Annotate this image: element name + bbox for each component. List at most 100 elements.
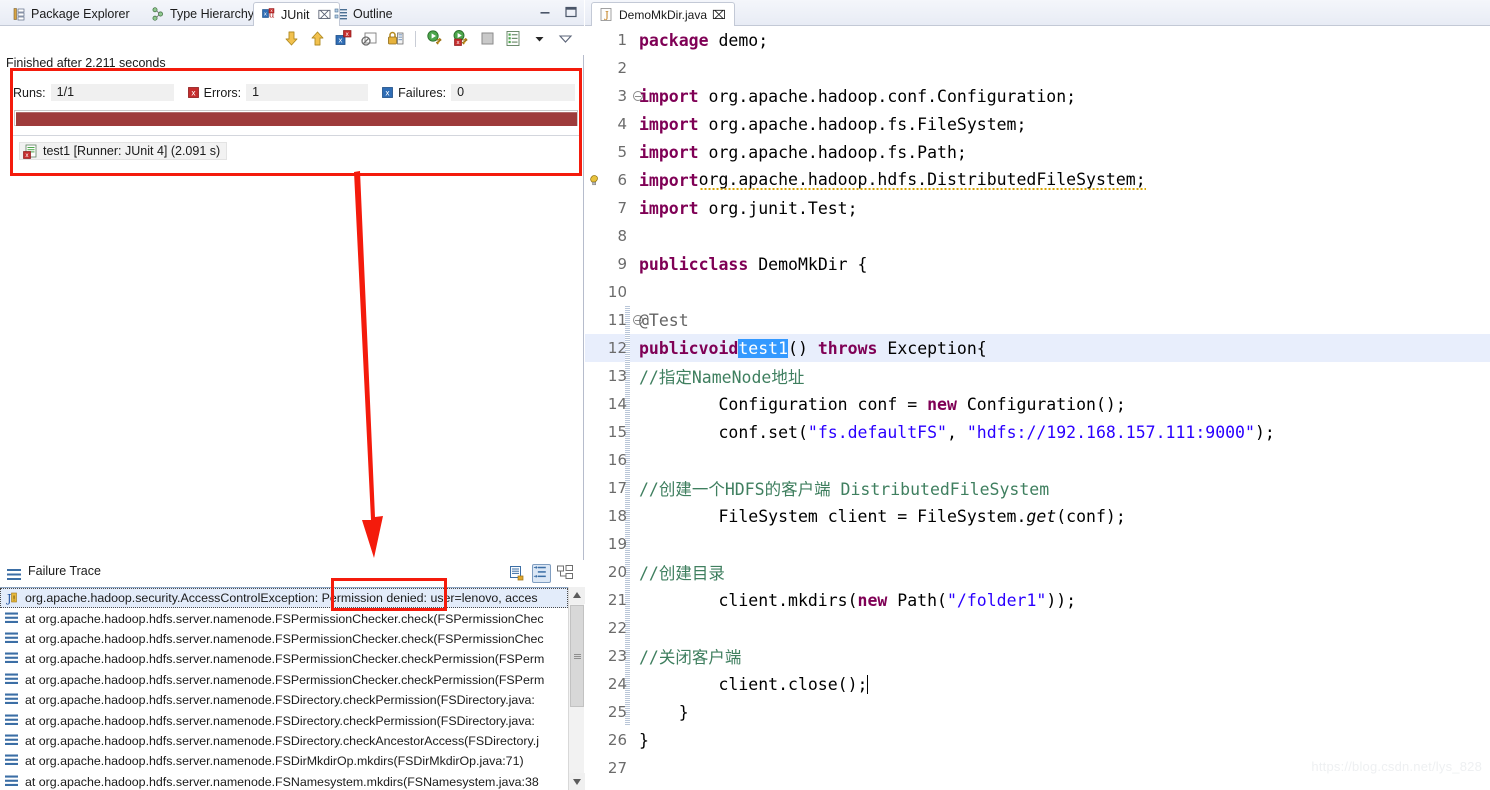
- failure-trace-scrollbar[interactable]: [568, 587, 585, 790]
- code-line[interactable]: 18 FileSystem client = FileSystem. get (co…: [585, 502, 1490, 530]
- code-line[interactable]: 14 Configuration conf = new Configuratio…: [585, 390, 1490, 418]
- code-line-text: public class DemoMkDir {: [639, 254, 868, 274]
- code-line[interactable]: 3 import org.apache.hadoop.conf.Configura…: [585, 82, 1490, 110]
- code-line[interactable]: 4 import org.apache.hadoop.fs.FileSystem;: [585, 110, 1490, 138]
- previous-failure-icon[interactable]: [309, 30, 326, 47]
- code-line[interactable]: 15 conf.set("fs.defaultFS", "hdfs://192.…: [585, 418, 1490, 446]
- failure-trace-frame-row[interactable]: at org.apache.hadoop.hdfs.server.namenod…: [0, 649, 568, 669]
- code-line[interactable]: 25 }: [585, 698, 1490, 726]
- failure-marker-icon: x: [382, 87, 394, 98]
- code-line[interactable]: 8: [585, 222, 1490, 250]
- code-line[interactable]: 19: [585, 530, 1490, 558]
- lock-scroll-icon[interactable]: [387, 30, 404, 47]
- line-number: 7: [617, 199, 627, 217]
- watermark-text: https://blog.csdn.net/lys_828: [1311, 759, 1482, 774]
- line-number: 8: [617, 227, 627, 245]
- view-menu-chevron-icon[interactable]: [531, 30, 548, 47]
- next-failure-icon[interactable]: [283, 30, 300, 47]
- junit-test-tree[interactable]: x test1 [Runner: JUnit 4] (2.091 s): [11, 135, 581, 173]
- minimize-view-icon[interactable]: [557, 30, 574, 47]
- stop-icon[interactable]: [479, 30, 496, 47]
- line-number: 9: [617, 255, 627, 273]
- line-number: 27: [607, 759, 627, 777]
- editor-tab-demomkdir[interactable]: J DemoMkDir.java ⌧: [591, 2, 735, 27]
- test-tree-item[interactable]: x test1 [Runner: JUnit 4] (2.091 s): [19, 142, 228, 160]
- line-number: 6: [617, 171, 627, 189]
- filter-stack-trace-icon[interactable]: [532, 564, 551, 583]
- stackframe-icon: [4, 775, 20, 789]
- failure-trace-frame-row[interactable]: at org.apache.hadoop.hdfs.server.namenod…: [0, 772, 568, 790]
- line-number: 16: [607, 451, 627, 469]
- errors-value: 1: [246, 84, 369, 101]
- line-number: 11: [607, 311, 627, 329]
- rerun-test-icon[interactable]: [427, 30, 444, 47]
- code-line[interactable]: 2: [585, 54, 1490, 82]
- line-number: 4: [617, 115, 627, 133]
- code-line[interactable]: 10: [585, 278, 1490, 306]
- failure-trace-list[interactable]: J! org.apache.hadoop.security.AccessContr…: [0, 587, 568, 790]
- code-line[interactable]: 11 @Test: [585, 306, 1490, 334]
- code-line-text: package demo;: [639, 30, 769, 50]
- show-failures-only-icon[interactable]: x x: [335, 30, 352, 47]
- failure-trace-frame-row[interactable]: at org.apache.hadoop.hdfs.server.namenod…: [0, 731, 568, 751]
- code-line[interactable]: 24 client.close();: [585, 670, 1490, 698]
- show-ignored-icon[interactable]: [361, 30, 378, 47]
- code-line[interactable]: 1 package demo;: [585, 26, 1490, 54]
- stackframe-icon: [4, 652, 20, 666]
- failure-trace-frame-row[interactable]: at org.apache.hadoop.hdfs.server.namenod…: [0, 690, 568, 710]
- code-line[interactable]: 7 import org.junit.Test;: [585, 194, 1490, 222]
- failure-trace-frame-row[interactable]: at org.apache.hadoop.hdfs.server.namenod…: [0, 629, 568, 649]
- view-tab-package-explorer[interactable]: Package Explorer: [4, 2, 138, 26]
- code-line[interactable]: 6 import org.apache.hadoop.hdfs.Distribut…: [585, 166, 1490, 194]
- code-line[interactable]: 12 public void test1() throws Exception{: [585, 334, 1490, 362]
- failure-trace-frame-row[interactable]: at org.apache.hadoop.hdfs.server.namenod…: [0, 608, 568, 628]
- line-number: 5: [617, 143, 627, 161]
- svg-text:x: x: [25, 153, 29, 159]
- code-line[interactable]: 26}: [585, 726, 1490, 754]
- java-editor-pane: J DemoMkDir.java ⌧ 1 package demo; 2 3 impor…: [585, 0, 1490, 790]
- test-run-history-icon[interactable]: [505, 30, 522, 47]
- package-explorer-icon: [12, 7, 26, 21]
- code-line[interactable]: 5 import org.apache.hadoop.fs.Path;: [585, 138, 1490, 166]
- view-tab-outline[interactable]: Outline: [326, 2, 401, 26]
- code-line[interactable]: 13 //指定NameNode地址: [585, 362, 1490, 390]
- code-line-text: public void test1() throws Exception{: [639, 338, 987, 358]
- maximize-button[interactable]: [564, 5, 578, 19]
- code-line[interactable]: 23 //关闭客户端: [585, 642, 1490, 670]
- scroll-down-button[interactable]: [569, 773, 585, 790]
- code-line-text: }: [639, 730, 649, 750]
- scroll-up-button[interactable]: [569, 587, 585, 604]
- close-icon[interactable]: ⌧: [712, 8, 726, 22]
- svg-text:x: x: [338, 37, 342, 45]
- code-line-text: @Test: [639, 310, 689, 330]
- code-line[interactable]: 16: [585, 446, 1490, 474]
- code-line-text: Configuration conf = new Configuration()…: [639, 394, 1126, 414]
- failure-trace-frame-row[interactable]: at org.apache.hadoop.hdfs.server.namenod…: [0, 670, 568, 690]
- failure-trace-row-text: at org.apache.hadoop.hdfs.server.namenod…: [25, 693, 535, 708]
- code-line-text: //指定NameNode地址: [639, 368, 805, 387]
- view-tab-type-hierarchy[interactable]: Type Hierarchy: [143, 2, 262, 26]
- code-line[interactable]: 9 public class DemoMkDir {: [585, 250, 1490, 278]
- minimize-button[interactable]: [538, 5, 552, 19]
- compare-result-icon[interactable]: [557, 565, 574, 582]
- svg-text:x: x: [385, 88, 390, 97]
- java-file-icon: J: [600, 7, 614, 22]
- failure-trace-frame-row[interactable]: at org.apache.hadoop.hdfs.server.namenod…: [0, 751, 568, 771]
- failure-trace-frame-row[interactable]: at org.apache.hadoop.hdfs.server.namenod…: [0, 710, 568, 730]
- junit-progress-bar: [14, 110, 578, 126]
- copy-trace-icon[interactable]: [509, 565, 526, 582]
- code-line[interactable]: 22: [585, 614, 1490, 642]
- code-line[interactable]: 20 //创建目录: [585, 558, 1490, 586]
- junit-status-line: Finished after 2.211 seconds: [6, 56, 166, 70]
- code-line[interactable]: 21 client.mkdirs(new Path("/folder1"));: [585, 586, 1490, 614]
- scrollbar-thumb[interactable]: [570, 605, 584, 707]
- code-line-text: import org.apache.hadoop.hdfs.Distribute…: [639, 170, 1146, 190]
- eclipse-ide-window: Package Explorer Type Hierarchy x u x JU…: [0, 0, 1490, 790]
- code-line[interactable]: 17 //创建一个HDFS的客户端 DistributedFileSystem: [585, 474, 1490, 502]
- test-tree-item-label: test1 [Runner: JUnit 4] (2.091 s): [43, 144, 221, 158]
- failure-trace-exception-row[interactable]: J! org.apache.hadoop.security.AccessContr…: [0, 588, 568, 609]
- line-number: 25: [607, 703, 627, 721]
- rerun-failed-icon[interactable]: x: [453, 30, 470, 47]
- view-tab-label: JUnit: [281, 7, 310, 22]
- code-editor-area[interactable]: 1 package demo; 2 3 import org.apache.hadoop…: [585, 26, 1490, 790]
